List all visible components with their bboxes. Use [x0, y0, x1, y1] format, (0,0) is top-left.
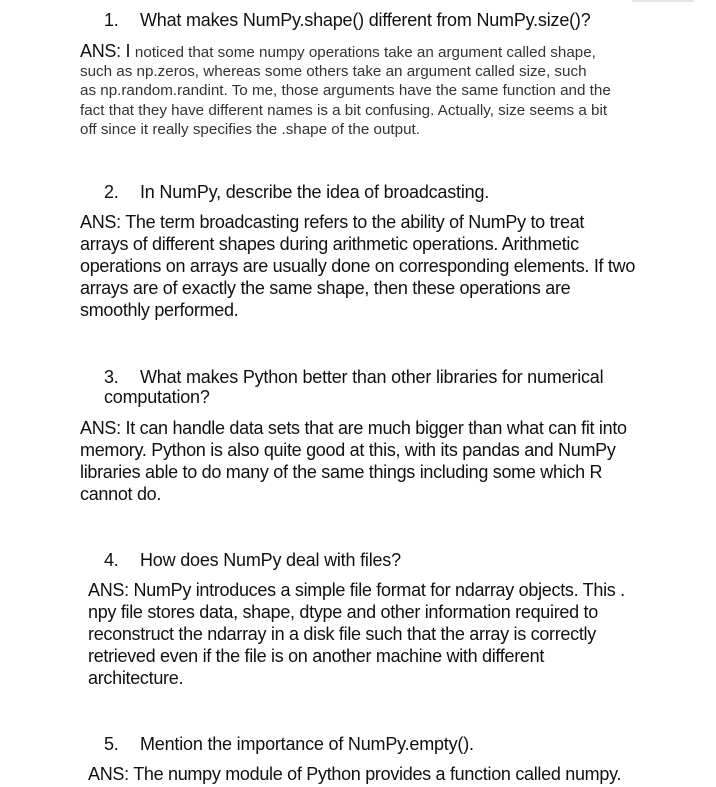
answer-5: ANS: The numpy module of Python provides…: [88, 763, 621, 785]
question-number: 5.: [104, 734, 119, 754]
answer-line: noticed that some numpy operations take …: [134, 44, 596, 61]
question-3: 3. What makes Python better than other li…: [104, 367, 604, 407]
answer-3: ANS: It can handle data sets that are mu…: [80, 417, 627, 505]
answer-line: ANS: The numpy module of Python provides…: [88, 764, 622, 784]
answer-4: ANS: NumPy introduces a simple file form…: [88, 579, 625, 689]
answer-line: ANS: It can handle data sets that are mu…: [80, 418, 627, 438]
question-number: 4.: [104, 550, 119, 570]
answer-line: arrays are of exactly the same shape, th…: [80, 278, 571, 298]
answer-line: fact that they have different names is a…: [80, 101, 608, 119]
answer-line: ANS: NumPy introduces a simple file form…: [88, 580, 625, 600]
question-text: How does NumPy deal with files?: [140, 550, 401, 570]
question-number: 1.: [104, 10, 119, 30]
answer-line: libraries able to do many of the same th…: [80, 462, 603, 482]
question-number: 3.: [104, 367, 119, 387]
answer-line: arrays of different shapes during arithm…: [80, 234, 579, 254]
answer-line: such as np.zeros, whereas some others ta…: [80, 63, 587, 81]
answer-line: memory. Python is also quite good at thi…: [80, 440, 616, 460]
answer-line: npy file stores data, shape, dtype and o…: [88, 602, 598, 622]
question-text: Mention the importance of NumPy.empty().: [140, 734, 474, 754]
question-text: In NumPy, describe the idea of broadcast…: [140, 182, 490, 202]
question-text: computation?: [104, 387, 210, 407]
answer-line: architecture.: [88, 668, 184, 688]
answer-line: retrieved even if the file is on another…: [88, 646, 545, 666]
question-1: 1. What makes NumPy.shape() different fro…: [104, 10, 591, 30]
question-4: 4. How does NumPy deal with files?: [104, 550, 401, 570]
question-text: What makes NumPy.shape() different from …: [140, 10, 591, 30]
answer-line: reconstruct the ndarray in a disk file s…: [88, 624, 596, 644]
top-divider: [632, 0, 694, 2]
question-5: 5. Mention the importance of NumPy.empty(…: [104, 734, 474, 754]
answer-2: ANS: The term broadcasting refers to the…: [80, 211, 635, 321]
answer-line: operations on arrays are usually done on…: [80, 256, 636, 276]
answer-lead: ANS: I: [80, 41, 135, 61]
question-2: 2. In NumPy, describe the idea of broadca…: [104, 182, 489, 202]
answer-line: as np.random.randint. To me, those argum…: [80, 82, 611, 100]
answer-1: ANS: I noticed that some numpy operation…: [80, 41, 611, 139]
question-number: 2.: [104, 182, 119, 202]
answer-line: ANS: The term broadcasting refers to the…: [80, 212, 585, 232]
answer-line: smoothly performed.: [80, 300, 239, 320]
question-text: What makes Python better than other libr…: [140, 367, 604, 387]
answer-line: cannot do.: [80, 484, 162, 504]
answer-line: off since it really specifies the .shape…: [80, 120, 420, 138]
